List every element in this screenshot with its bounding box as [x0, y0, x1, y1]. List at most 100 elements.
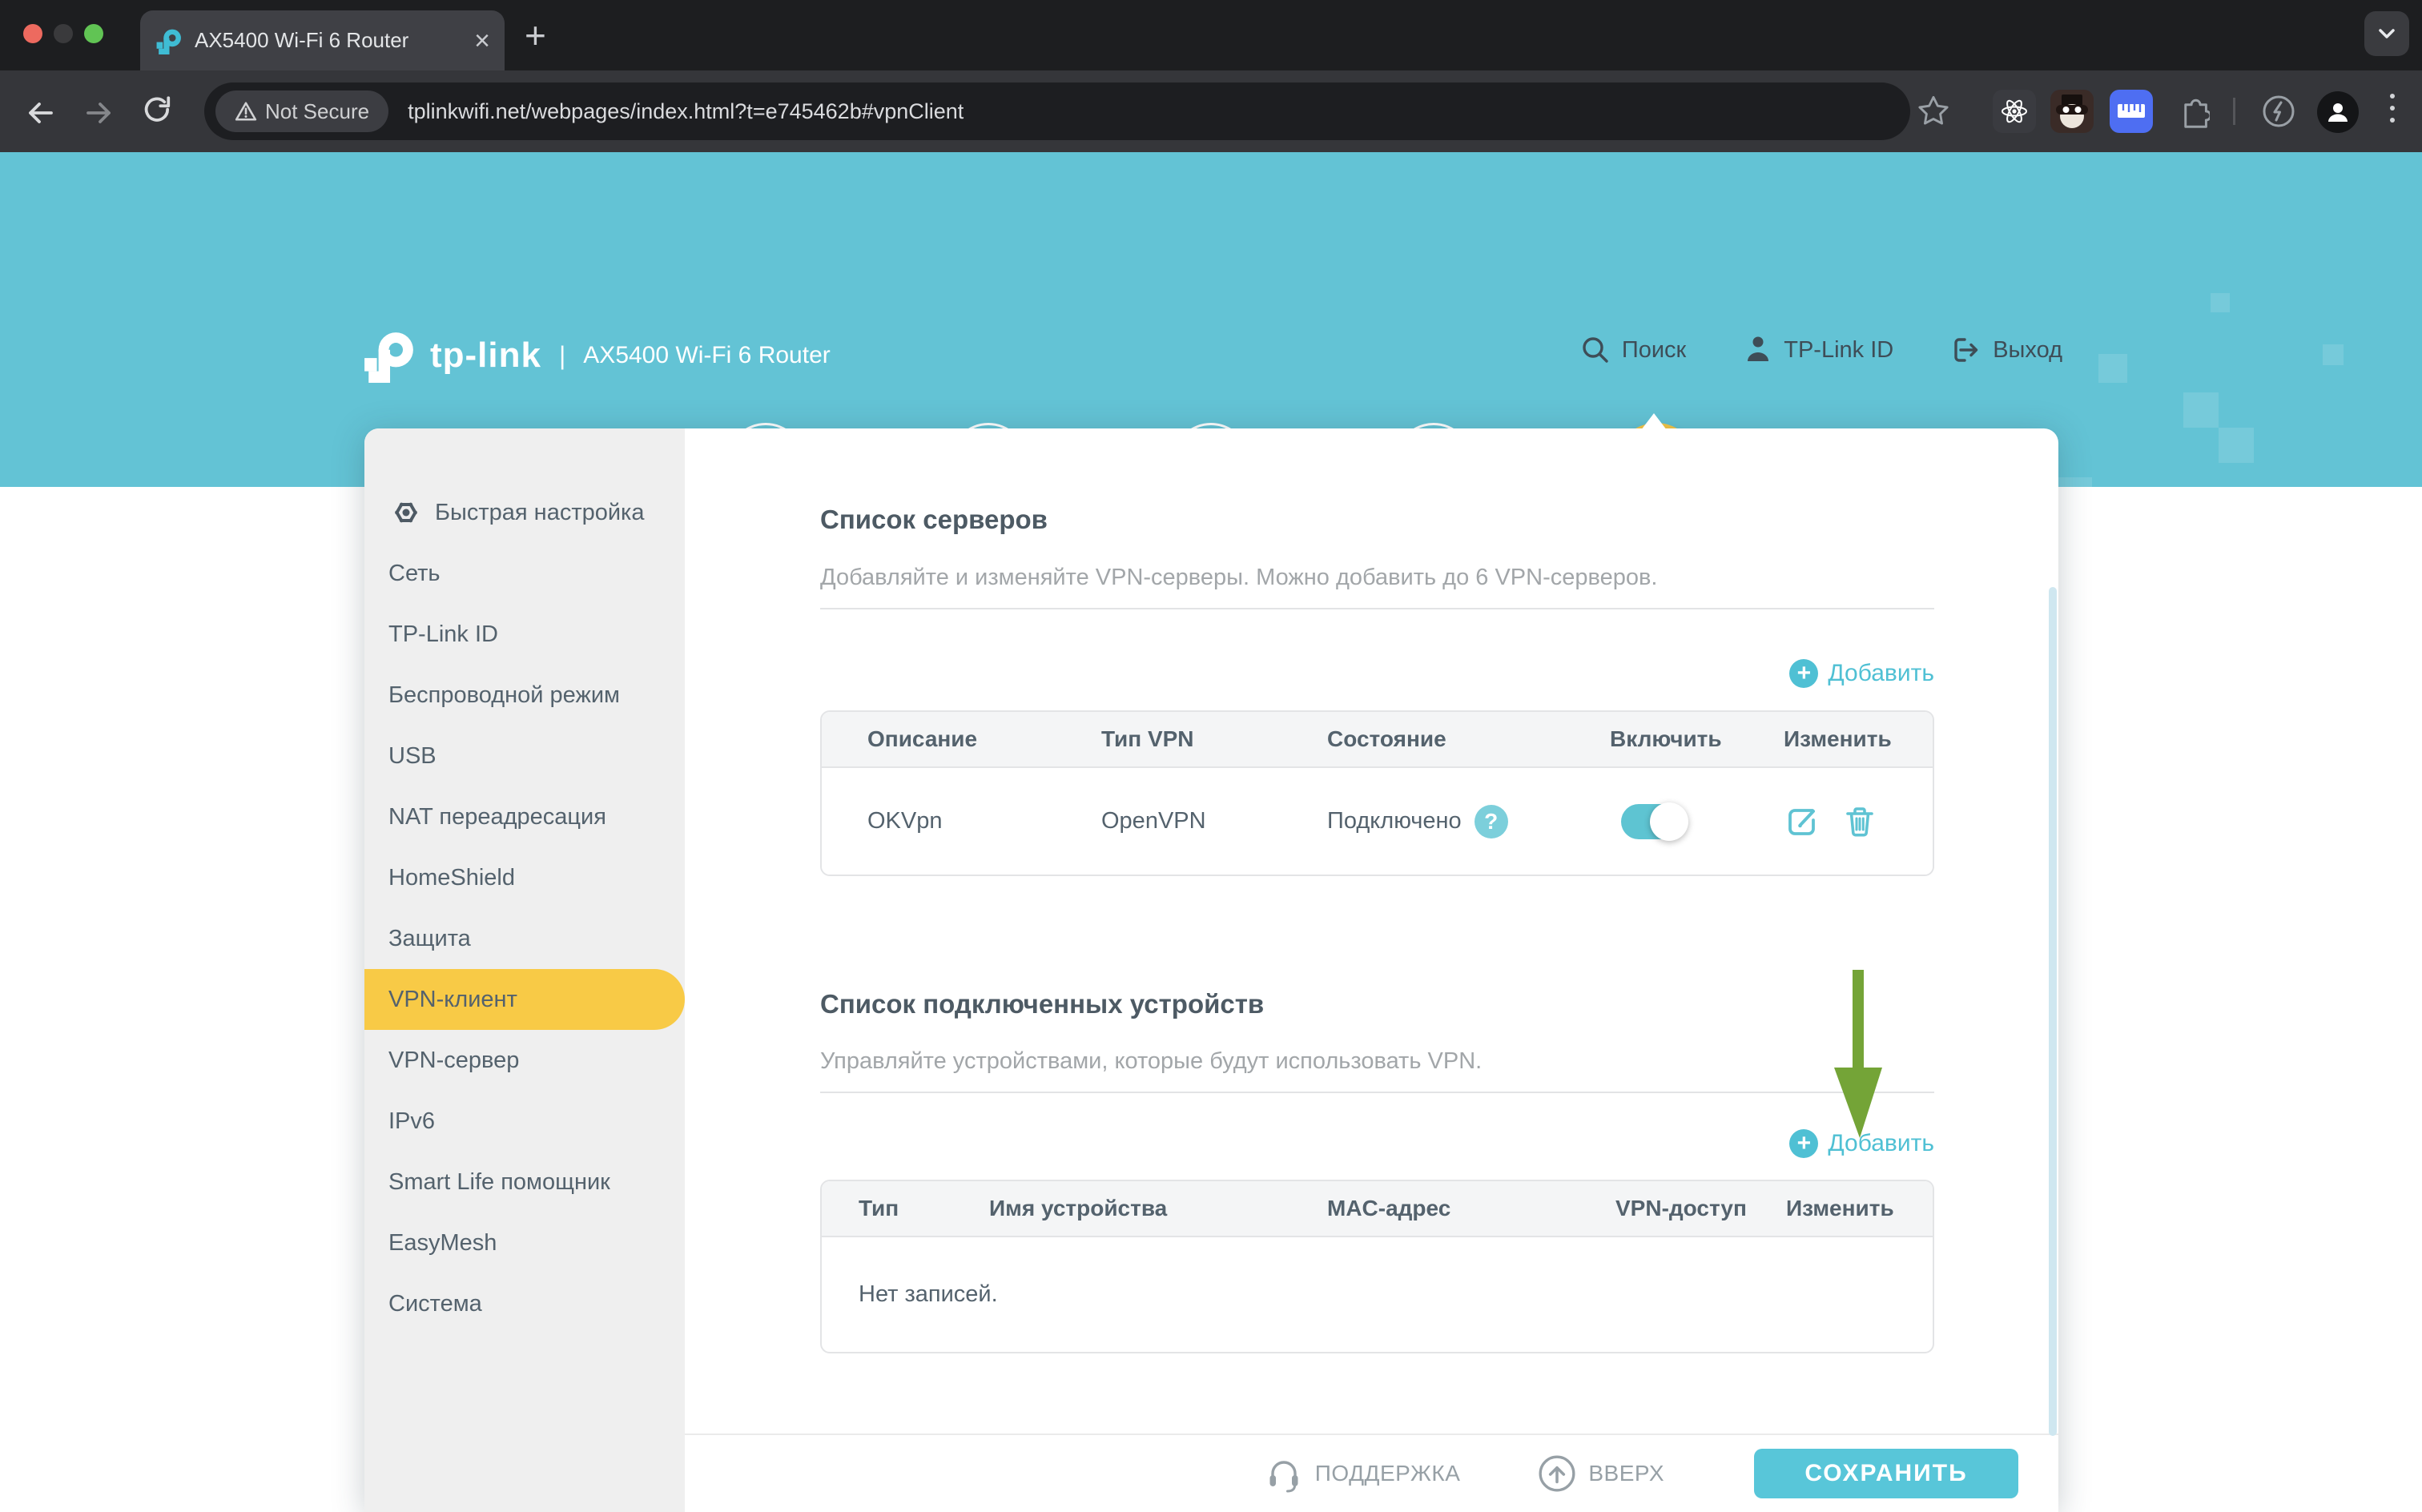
brand-bar: tp-link | AX5400 Wi-Fi 6 Router [364, 328, 831, 383]
search-icon [1580, 335, 1611, 365]
sidebar-item-vpn-client[interactable]: VPN-клиент [364, 969, 685, 1030]
browser-toolbar: Not Secure tplinkwifi.net/webpages/index… [0, 70, 2422, 152]
chevron-down-icon [2372, 18, 2402, 49]
panel-scrollbar[interactable] [2049, 587, 2057, 1436]
status-help-icon[interactable]: ? [1475, 805, 1508, 838]
sidebar-item-ipv6[interactable]: IPv6 [364, 1091, 685, 1152]
forward-button[interactable] [82, 95, 117, 131]
sidebar-item-label: EasyMesh [388, 1230, 497, 1257]
col-enable: Включить [1610, 726, 1784, 752]
warning-icon [235, 101, 257, 122]
sidebar-item-label: TP-Link ID [388, 621, 498, 648]
browser-tab-strip: AX5400 Wi-Fi 6 Router × + [0, 0, 2422, 70]
sidebar-item-quick-setup[interactable]: Быстрая настройка [364, 482, 685, 543]
sidebar-item-nat[interactable]: NAT переадресация [364, 786, 685, 847]
sidebar-item-label: USB [388, 743, 437, 770]
bookmark-star-icon[interactable] [1916, 94, 1951, 129]
add-server-label: Добавить [1828, 660, 1934, 687]
device-table-header: Тип Имя устройства MAC-адрес VPN-доступ … [822, 1181, 1933, 1237]
browser-tab[interactable]: AX5400 Wi-Fi 6 Router × [140, 10, 505, 70]
green-annotation-arrow [1810, 970, 1906, 1146]
logout-icon [1951, 335, 1981, 365]
support-button[interactable]: ПОДДЕРЖКА [1264, 1453, 1461, 1494]
sidebar-item-security[interactable]: Защита [364, 908, 685, 969]
sidebar-item-smart-life[interactable]: Smart Life помощник [364, 1152, 685, 1212]
not-secure-chip[interactable]: Not Secure [215, 90, 388, 132]
delete-icon[interactable] [1841, 803, 1878, 840]
mask-face-icon [2050, 90, 2094, 133]
reload-button[interactable] [141, 95, 175, 129]
brand-name: tp-link [430, 336, 541, 376]
col-vpn-type: Тип VPN [1101, 726, 1327, 752]
brand-separator: | [559, 341, 565, 371]
col-modify: Изменить [1784, 726, 1933, 752]
divider [820, 608, 1934, 609]
sidebar-item-tplink-id[interactable]: TP-Link ID [364, 604, 685, 665]
sidebar-item-label: NAT переадресация [388, 804, 606, 830]
sidebar-item-label: HomeShield [388, 865, 515, 891]
sidebar-item-wireless[interactable]: Беспроводной режим [364, 665, 685, 726]
browser-profile-avatar[interactable] [2317, 91, 2359, 133]
address-bar[interactable]: Not Secure tplinkwifi.net/webpages/index… [204, 82, 1910, 140]
browser-menu-button[interactable] [2390, 94, 2395, 123]
extension-ruler-icon[interactable] [2110, 90, 2153, 133]
sidebar-item-system[interactable]: Система [364, 1273, 685, 1334]
server-table: Описание Тип VPN Состояние Включить Изме… [820, 710, 1934, 876]
sidebar-item-label: Защита [388, 926, 471, 952]
back-button[interactable] [22, 95, 58, 131]
search-button[interactable]: Поиск [1580, 335, 1686, 365]
person-icon [2325, 99, 2351, 125]
toolbar-divider [2233, 98, 2235, 125]
window-close-button[interactable] [23, 24, 42, 43]
tplink-id-button[interactable]: TP-Link ID [1744, 335, 1893, 365]
window-zoom-button[interactable] [84, 24, 103, 43]
arrow-up-circle-icon [1537, 1454, 1577, 1494]
puzzle-piece-icon [2175, 94, 2210, 129]
server-enable-toggle[interactable] [1621, 804, 1687, 839]
sidebar-item-label: VPN-клиент [388, 987, 517, 1013]
not-secure-label: Not Secure [265, 99, 369, 124]
tab-close-icon[interactable]: × [474, 27, 490, 54]
energy-saver-button[interactable] [2257, 90, 2300, 133]
col-description: Описание [867, 726, 1101, 752]
tab-search-button[interactable] [2364, 11, 2409, 56]
headset-icon [1264, 1453, 1304, 1494]
product-title: AX5400 Wi-Fi 6 Router [583, 342, 830, 369]
toggle-knob [1650, 802, 1688, 841]
sidebar-item-network[interactable]: Сеть [364, 543, 685, 604]
sidebar-item-label: Smart Life помощник [388, 1169, 610, 1196]
header-actions: Поиск TP-Link ID Выход [1580, 335, 2062, 365]
settings-panel: Быстрая настройка Сеть TP-Link ID Беспро… [364, 428, 2058, 1512]
empty-text: Нет записей. [859, 1281, 998, 1308]
sidebar-item-vpn-server[interactable]: VPN-сервер [364, 1030, 685, 1091]
logout-button[interactable]: Выход [1951, 335, 2062, 365]
sidebar-item-easymesh[interactable]: EasyMesh [364, 1212, 685, 1273]
save-button[interactable]: СОХРАНИТЬ [1754, 1449, 2018, 1498]
sidebar-item-label: Сеть [388, 561, 441, 587]
tab-title: AX5400 Wi-Fi 6 Router [195, 28, 465, 53]
extension-react-devtools-icon[interactable] [1993, 90, 2036, 133]
sidebar-item-label: Быстрая настройка [435, 500, 645, 526]
eco-bolt-icon [2260, 93, 2297, 130]
col-mac: MAC-адрес [1327, 1196, 1615, 1221]
new-tab-button[interactable]: + [525, 19, 546, 51]
server-list-subtitle: Добавляйте и изменяйте VPN-серверы. Можн… [820, 565, 1657, 591]
window-minimize-button[interactable] [54, 24, 73, 43]
up-label: ВВЕРХ [1588, 1461, 1664, 1486]
col-device-name: Имя устройства [989, 1196, 1327, 1221]
sidebar-item-homeshield[interactable]: HomeShield [364, 847, 685, 908]
add-server-button[interactable]: + Добавить [1789, 659, 1934, 688]
edit-icon[interactable] [1784, 803, 1821, 840]
plus-icon: + [1789, 659, 1818, 688]
extensions-button[interactable] [2171, 90, 2214, 133]
sidebar-item-label: IPv6 [388, 1108, 435, 1135]
atom-icon [2000, 97, 2029, 126]
account-icon [1744, 335, 1772, 365]
sidebar-item-usb[interactable]: USB [364, 726, 685, 786]
tplink-logo-icon [364, 328, 414, 383]
extension-privacy-icon[interactable] [2050, 90, 2094, 133]
col-vpn-access: VPN-доступ [1615, 1196, 1786, 1221]
scroll-to-top-button[interactable]: ВВЕРХ [1537, 1454, 1664, 1494]
col-status: Состояние [1327, 726, 1610, 752]
sidebar-item-label: VPN-сервер [388, 1048, 519, 1074]
